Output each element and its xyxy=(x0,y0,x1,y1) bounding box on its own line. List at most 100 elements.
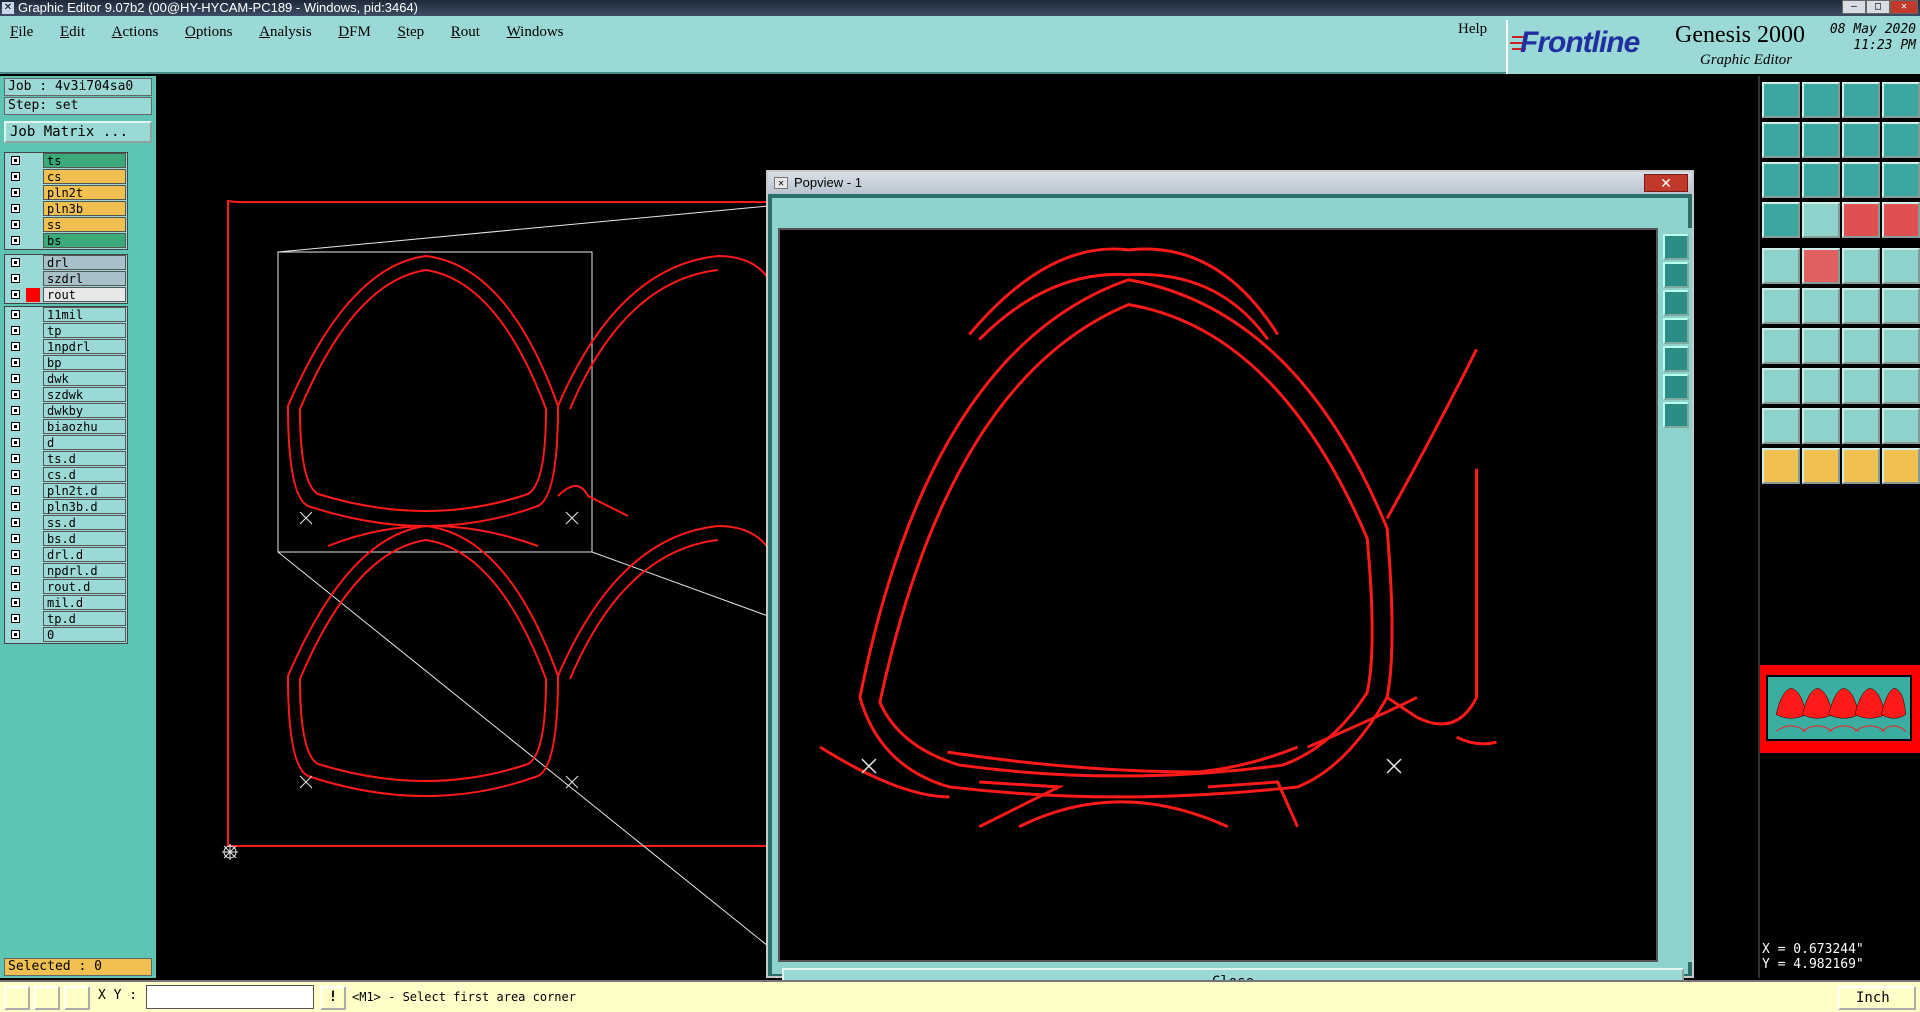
layer-row[interactable]: d xyxy=(5,435,127,451)
layer-row[interactable]: ss.d xyxy=(5,515,127,531)
layer-checkbox[interactable] xyxy=(11,390,20,399)
layer-checkbox[interactable] xyxy=(11,156,20,165)
layer-color-swatch[interactable] xyxy=(26,564,40,578)
layer-color-swatch[interactable] xyxy=(26,484,40,498)
layer-name[interactable]: ss.d xyxy=(43,515,126,530)
layer-name[interactable]: ts.d xyxy=(43,451,126,466)
layer-name[interactable]: 11mil xyxy=(43,307,126,322)
menu-edit[interactable]: Edit xyxy=(60,24,85,41)
scale-1-2-icon[interactable] xyxy=(1842,162,1880,198)
layer-checkbox[interactable] xyxy=(11,582,20,591)
layer-row[interactable]: mil.d xyxy=(5,595,127,611)
redraw-icon[interactable] xyxy=(1882,122,1920,158)
layer-checkbox[interactable] xyxy=(11,204,20,213)
layer-row[interactable]: cs xyxy=(5,169,127,185)
layer-row[interactable]: bs xyxy=(5,233,127,249)
select-net-icon[interactable] xyxy=(1842,448,1880,484)
layer-color-swatch[interactable] xyxy=(26,308,40,322)
layer-row[interactable]: ss xyxy=(5,217,127,233)
layer-row[interactable]: bp xyxy=(5,355,127,371)
layer-row[interactable]: bs.d xyxy=(5,531,127,547)
layer-color-swatch[interactable] xyxy=(26,356,40,370)
layer-color-swatch[interactable] xyxy=(26,154,40,168)
layer-color-swatch[interactable] xyxy=(26,372,40,386)
layer-color-swatch[interactable] xyxy=(26,256,40,270)
layer-name[interactable]: pln2t.d xyxy=(43,483,126,498)
layer-name[interactable]: drl xyxy=(43,255,126,270)
minimize-button[interactable]: – xyxy=(1842,0,1866,14)
measure-icon[interactable] xyxy=(1842,248,1880,284)
layer-color-swatch[interactable] xyxy=(26,516,40,530)
menu-options[interactable]: Options xyxy=(185,24,233,41)
layer-row[interactable]: tp xyxy=(5,323,127,339)
layer-color-swatch[interactable] xyxy=(26,186,40,200)
layer-row[interactable]: 11mil xyxy=(5,307,127,323)
layer-checkbox[interactable] xyxy=(11,258,20,267)
layer-color-swatch[interactable] xyxy=(26,218,40,232)
layer-color-swatch[interactable] xyxy=(26,596,40,610)
layer-name[interactable]: cs xyxy=(43,169,126,184)
layer-row[interactable]: pln3b.d xyxy=(5,499,127,515)
pv-zoom-in-icon[interactable] xyxy=(1663,262,1689,288)
layer-name[interactable]: npdrl.d xyxy=(43,563,126,578)
layer-name[interactable]: pln2t xyxy=(43,185,126,200)
align-icon[interactable] xyxy=(1842,368,1880,404)
rotate-icon[interactable] xyxy=(1842,328,1880,364)
layer-name[interactable]: dwkby xyxy=(43,403,126,418)
layer-name[interactable]: drl.d xyxy=(43,547,126,562)
layer-row[interactable]: cs.d xyxy=(5,467,127,483)
layer-row[interactable]: szdrl xyxy=(5,271,127,287)
layer-color-swatch[interactable] xyxy=(26,420,40,434)
layer-name[interactable]: tp xyxy=(43,323,126,338)
menu-help[interactable]: Help xyxy=(1458,21,1487,38)
layer-color-swatch[interactable] xyxy=(26,170,40,184)
layer-checkbox[interactable] xyxy=(11,220,20,229)
layer-color-swatch[interactable] xyxy=(26,340,40,354)
layer-color-swatch[interactable] xyxy=(26,436,40,450)
layer-row[interactable]: pln2t.d xyxy=(5,483,127,499)
layer-red-icon[interactable] xyxy=(1842,202,1880,238)
pv-zoom-fit-icon[interactable] xyxy=(1663,234,1689,260)
layer-checkbox[interactable] xyxy=(11,310,20,319)
layer-row[interactable]: dwk xyxy=(5,371,127,387)
move-node-icon[interactable] xyxy=(1882,288,1920,324)
add-pad-icon[interactable] xyxy=(1762,368,1800,404)
job-matrix-button[interactable]: Job Matrix ... xyxy=(4,121,152,143)
layer-color-swatch[interactable] xyxy=(26,452,40,466)
popview-canvas[interactable] xyxy=(778,228,1658,962)
layer-name[interactable]: rout.d xyxy=(43,579,126,594)
pad-icon[interactable] xyxy=(1762,248,1800,284)
popview-close-x-button[interactable]: ✕ xyxy=(1644,174,1688,192)
snap-settings-icon[interactable] xyxy=(1762,202,1800,238)
menu-analysis[interactable]: Analysis xyxy=(259,24,312,41)
alert-icon[interactable]: ! xyxy=(320,986,346,1010)
layer-row[interactable]: 0 xyxy=(5,627,127,643)
split-view-icon[interactable] xyxy=(1882,82,1920,118)
layer-name[interactable]: ss xyxy=(43,217,126,232)
layer-row[interactable]: drl.d xyxy=(5,547,127,563)
layer-checkbox[interactable] xyxy=(11,502,20,511)
pv-pan-left-icon[interactable] xyxy=(1663,318,1689,344)
layer-name[interactable]: tp.d xyxy=(43,611,126,626)
step-minimap[interactable] xyxy=(1760,665,1920,753)
layer-color-swatch[interactable] xyxy=(26,234,40,248)
layer-row[interactable]: rout.d xyxy=(5,579,127,595)
grid-display-icon[interactable] xyxy=(1802,202,1840,238)
layer-checkbox[interactable] xyxy=(11,454,20,463)
layer-name[interactable]: mil.d xyxy=(43,595,126,610)
layer-name[interactable]: ts xyxy=(43,153,126,168)
arc-edit-icon[interactable] xyxy=(1802,408,1840,444)
layer-checkbox[interactable] xyxy=(11,438,20,447)
layer-name[interactable]: d xyxy=(43,435,126,450)
layer-checkbox[interactable] xyxy=(11,290,20,299)
snap-icon[interactable] xyxy=(4,986,30,1010)
zoom-home-icon[interactable] xyxy=(1762,82,1800,118)
xy-input[interactable] xyxy=(146,985,314,1009)
layer-color-swatch[interactable] xyxy=(26,532,40,546)
popview-window[interactable]: Popview - 1 ✕ ✕ xyxy=(766,170,1694,996)
unit-selector[interactable]: Inch xyxy=(1838,986,1916,1010)
layer-name[interactable]: bs xyxy=(43,233,126,248)
add-line-icon[interactable] xyxy=(1762,328,1800,364)
pv-zoom-center-icon[interactable] xyxy=(1663,374,1689,400)
layer-checkbox[interactable] xyxy=(11,342,20,351)
